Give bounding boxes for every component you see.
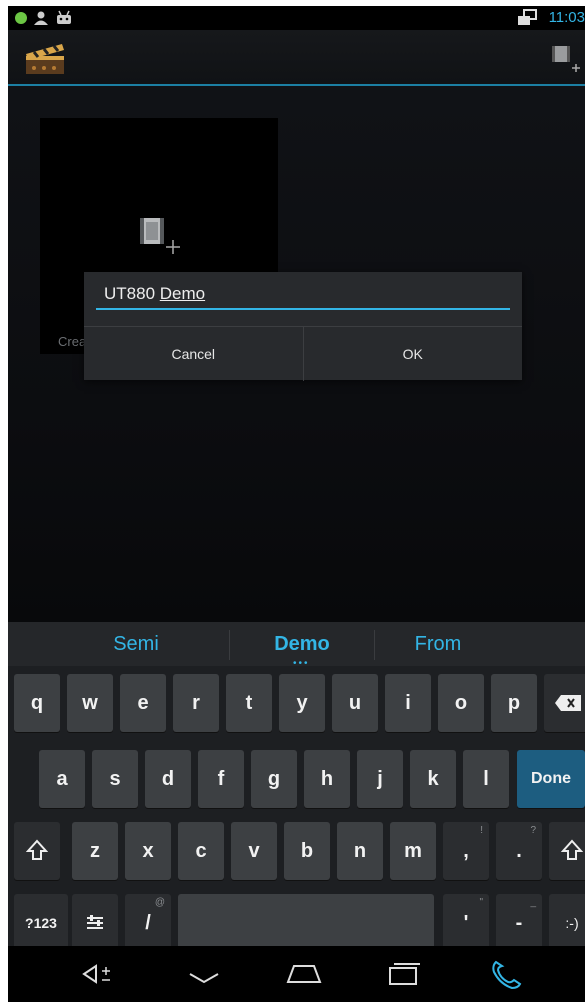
key-g[interactable]: g xyxy=(251,750,297,808)
key-t[interactable]: t xyxy=(226,674,272,732)
shift-icon xyxy=(561,839,583,860)
navigation-bar xyxy=(8,946,585,1002)
key-q[interactable]: q xyxy=(14,674,60,732)
key-o[interactable]: o xyxy=(438,674,484,732)
settings-key[interactable] xyxy=(72,894,118,952)
key-k[interactable]: k xyxy=(410,750,456,808)
key-x[interactable]: x xyxy=(125,822,171,880)
period-key[interactable]: . ? xyxy=(496,822,542,880)
space-key[interactable] xyxy=(178,894,434,952)
action-bar xyxy=(8,30,585,86)
key-h[interactable]: h xyxy=(304,750,350,808)
key-m[interactable]: m xyxy=(390,822,436,880)
key-v[interactable]: v xyxy=(231,822,277,880)
green-dot-icon xyxy=(15,12,27,24)
key-c[interactable]: c xyxy=(178,822,224,880)
name-dialog: UT880 Demo Cancel OK xyxy=(84,272,522,381)
key-b[interactable]: b xyxy=(284,822,330,880)
key-s[interactable]: s xyxy=(92,750,138,808)
person-icon xyxy=(34,11,48,25)
key-p[interactable]: p xyxy=(491,674,537,732)
backspace-key[interactable] xyxy=(544,674,585,732)
dash-hint: _ xyxy=(530,897,536,908)
key-w[interactable]: w xyxy=(67,674,113,732)
recents-icon[interactable] xyxy=(384,958,424,990)
shift-key[interactable] xyxy=(14,822,60,880)
key-f[interactable]: f xyxy=(198,750,244,808)
period-label: . xyxy=(516,839,522,862)
add-movie-icon xyxy=(140,218,180,254)
clapperboard-icon[interactable] xyxy=(24,42,66,76)
apostrophe-hint: " xyxy=(479,897,483,908)
slash-hint: @ xyxy=(154,897,165,908)
android-icon xyxy=(57,10,71,24)
comma-hint: ! xyxy=(480,825,483,836)
key-z[interactable]: z xyxy=(72,822,118,880)
volume-icon[interactable] xyxy=(80,958,120,990)
key-e[interactable]: e xyxy=(120,674,166,732)
shift-icon xyxy=(26,839,48,860)
apostrophe-key[interactable]: ' " xyxy=(443,894,489,952)
input-text: UT880 xyxy=(104,284,160,303)
apostrophe-label: ' xyxy=(463,911,469,934)
network-icon xyxy=(518,9,537,25)
slash-key[interactable]: / @ xyxy=(125,894,171,952)
key-n[interactable]: n xyxy=(337,822,383,880)
suggestion-3[interactable]: From xyxy=(370,622,506,666)
dialog-buttons: Cancel OK xyxy=(84,326,522,381)
phone-icon[interactable] xyxy=(486,958,526,990)
key-y[interactable]: y xyxy=(279,674,325,732)
tile-label: Crea xyxy=(58,334,87,349)
slash-label: / xyxy=(145,911,151,934)
shift-key-right[interactable] xyxy=(549,822,585,880)
soft-keyboard: Semi Demo From ••• qwertyuiop asdfghjkl zx… xyxy=(8,622,585,952)
key-u[interactable]: u xyxy=(332,674,378,732)
comma-label: , xyxy=(463,839,469,862)
dash-label: - xyxy=(515,911,523,934)
smiley-key[interactable]: :-) xyxy=(549,894,585,952)
key-a[interactable]: a xyxy=(39,750,85,808)
key-i[interactable]: i xyxy=(385,674,431,732)
cancel-button[interactable]: Cancel xyxy=(84,327,304,381)
movie-name-input[interactable]: UT880 Demo xyxy=(96,280,510,310)
status-time: 11:03 xyxy=(548,9,585,26)
status-bar: 11:03 xyxy=(8,6,585,30)
screen: 11:03 Crea UT880 Demo Cancel OK Semi Dem… xyxy=(8,6,585,1002)
more-suggestions-indicator: ••• xyxy=(293,658,310,669)
input-composing-text: Demo xyxy=(159,284,206,303)
key-d[interactable]: d xyxy=(145,750,191,808)
key-j[interactable]: j xyxy=(357,750,403,808)
dash-key[interactable]: - _ xyxy=(496,894,542,952)
key-l[interactable]: l xyxy=(463,750,509,808)
hide-keyboard-icon[interactable] xyxy=(184,958,224,990)
key-r[interactable]: r xyxy=(173,674,219,732)
suggestion-1[interactable]: Semi xyxy=(68,622,204,666)
period-hint: ? xyxy=(530,825,536,836)
ok-button[interactable]: OK xyxy=(304,327,523,381)
suggestion-divider xyxy=(229,630,230,660)
suggestion-strip: Semi Demo From ••• xyxy=(8,622,585,669)
home-icon[interactable] xyxy=(284,958,324,990)
backspace-icon xyxy=(555,695,581,711)
add-movie-icon[interactable] xyxy=(550,44,580,74)
symbols-key[interactable]: ?123 xyxy=(14,894,68,952)
done-key[interactable]: Done xyxy=(517,750,585,808)
comma-key[interactable]: , ! xyxy=(443,822,489,880)
settings-sliders-icon xyxy=(87,915,103,929)
